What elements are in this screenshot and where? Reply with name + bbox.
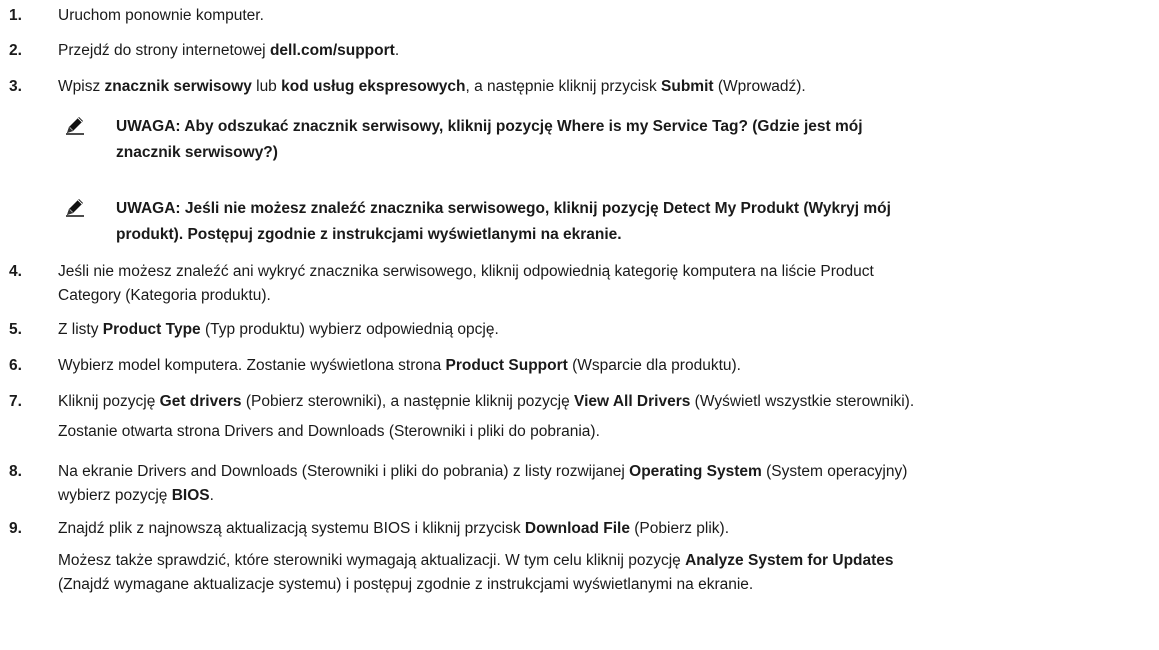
step-subline: Możesz także sprawdzić, które sterowniki… <box>58 549 1148 573</box>
text-run: . <box>209 487 214 504</box>
text-run: lub <box>251 78 282 95</box>
step-number: 5. <box>9 321 22 338</box>
step-text: Wybierz model komputera. Zostanie wyświe… <box>58 354 1148 378</box>
step-number: 2. <box>9 42 22 59</box>
step-line: Uruchom ponownie komputer. <box>58 4 1148 28</box>
note-pencil-icon <box>66 199 84 217</box>
text-run: Kliknij pozycję <box>58 393 160 410</box>
step-line: Jeśli nie możesz znaleźć ani wykryć znac… <box>58 263 874 280</box>
text-run: Przejdź do strony internetowej <box>58 42 270 59</box>
note-line: produkt). Postępuj zgodnie z instrukcjam… <box>116 226 622 243</box>
text-run: Możesz także sprawdzić, które sterowniki… <box>58 552 686 569</box>
text-run: , a następnie kliknij przycisk <box>465 78 662 95</box>
step-line: Category (Kategoria produktu). <box>58 287 271 304</box>
note-line: UWAGA: Aby odszukać znacznik serwisowy, … <box>116 118 863 135</box>
step-number: 9. <box>9 520 22 537</box>
text-run: Wybierz model komputera. Zostanie wyświe… <box>58 357 446 374</box>
text-run: (System operacyjny) <box>761 463 908 480</box>
bold-term: Product Support <box>445 357 568 374</box>
bold-term: Get drivers <box>159 393 242 410</box>
text-run: (Pobierz sterowniki), a następnie klikni… <box>241 393 575 410</box>
bold-term: BIOS <box>171 487 210 504</box>
step-text: Z listy Product Type (Typ produktu) wybi… <box>58 318 1148 342</box>
text-run: wybierz pozycję <box>58 487 172 504</box>
note-text: UWAGA: Aby odszukać znacznik serwisowy, … <box>116 114 1136 166</box>
text-run: Znajdź plik z najnowszą aktualizacją sys… <box>58 520 525 537</box>
step-line: Na ekranie Drivers and Downloads (Sterow… <box>58 460 1148 484</box>
step-line: Wpisz znacznik serwisowy lub kod usług e… <box>58 75 1148 99</box>
note-line: UWAGA: Jeśli nie możesz znaleźć znacznik… <box>116 200 891 217</box>
text-run: Na ekranie Drivers and Downloads (Sterow… <box>58 463 630 480</box>
bold-term: View All Drivers <box>574 393 691 410</box>
bold-term: Analyze System for Updates <box>685 552 894 569</box>
step-number: 1. <box>9 7 22 24</box>
bold-term: dell.com/support <box>269 42 395 59</box>
bold-term: znacznik serwisowy <box>104 78 252 95</box>
step-text: Na ekranie Drivers and Downloads (Sterow… <box>58 460 1148 508</box>
step-number: 3. <box>9 78 22 95</box>
note-pencil-icon <box>66 117 84 135</box>
step-text: Jeśli nie możesz znaleźć ani wykryć znac… <box>58 260 1148 308</box>
step-number: 4. <box>9 263 22 280</box>
step-text: Znajdź plik z najnowszą aktualizacją sys… <box>58 517 1148 597</box>
text-run: Wpisz <box>58 78 105 95</box>
step-text: Kliknij pozycję Get drivers (Pobierz ste… <box>58 390 1148 444</box>
bold-term: Download File <box>524 520 630 537</box>
step-line: Znajdź plik z najnowszą aktualizacją sys… <box>58 517 1148 541</box>
text-run: . <box>394 42 400 59</box>
note-line: znacznik serwisowy?) <box>116 144 278 161</box>
note-text: UWAGA: Jeśli nie możesz znaleźć znacznik… <box>116 196 1136 248</box>
step-subline: (Znajdź wymagane aktualizacje systemu) i… <box>58 576 754 593</box>
step-line: Kliknij pozycję Get drivers (Pobierz ste… <box>58 390 1148 414</box>
bold-term: Submit <box>661 78 714 95</box>
step-number: 6. <box>9 357 22 374</box>
text-run: Uruchom ponownie komputer. <box>58 7 264 24</box>
step-line: Wybierz model komputera. Zostanie wyświe… <box>58 354 1148 378</box>
text-run: (Wsparcie dla produktu). <box>567 357 741 374</box>
step-line: Z listy Product Type (Typ produktu) wybi… <box>58 318 1148 342</box>
step-text: Wpisz znacznik serwisowy lub kod usług e… <box>58 75 1148 99</box>
text-run: Z listy <box>58 321 103 338</box>
step-line: Przejdź do strony internetowej dell.com/… <box>58 39 1148 63</box>
step-text: Uruchom ponownie komputer. <box>58 4 1148 28</box>
step-line: wybierz pozycję BIOS. <box>58 484 1148 508</box>
step-number: 8. <box>9 463 22 480</box>
step-number: 7. <box>9 393 22 410</box>
step-text: Przejdź do strony internetowej dell.com/… <box>58 39 1148 63</box>
bold-term: Operating System <box>629 463 762 480</box>
text-run: (Wprowadź). <box>713 78 806 95</box>
text-run: (Typ produktu) wybierz odpowiednią opcję… <box>200 321 499 338</box>
text-run: (Wyświetl wszystkie sterowniki). <box>690 393 915 410</box>
bold-term: kod usług ekspresowych <box>281 78 466 95</box>
bold-term: Product Type <box>102 321 201 338</box>
text-run: (Pobierz plik). <box>629 520 730 537</box>
step-subline: Zostanie otwarta strona Drivers and Down… <box>58 423 600 440</box>
